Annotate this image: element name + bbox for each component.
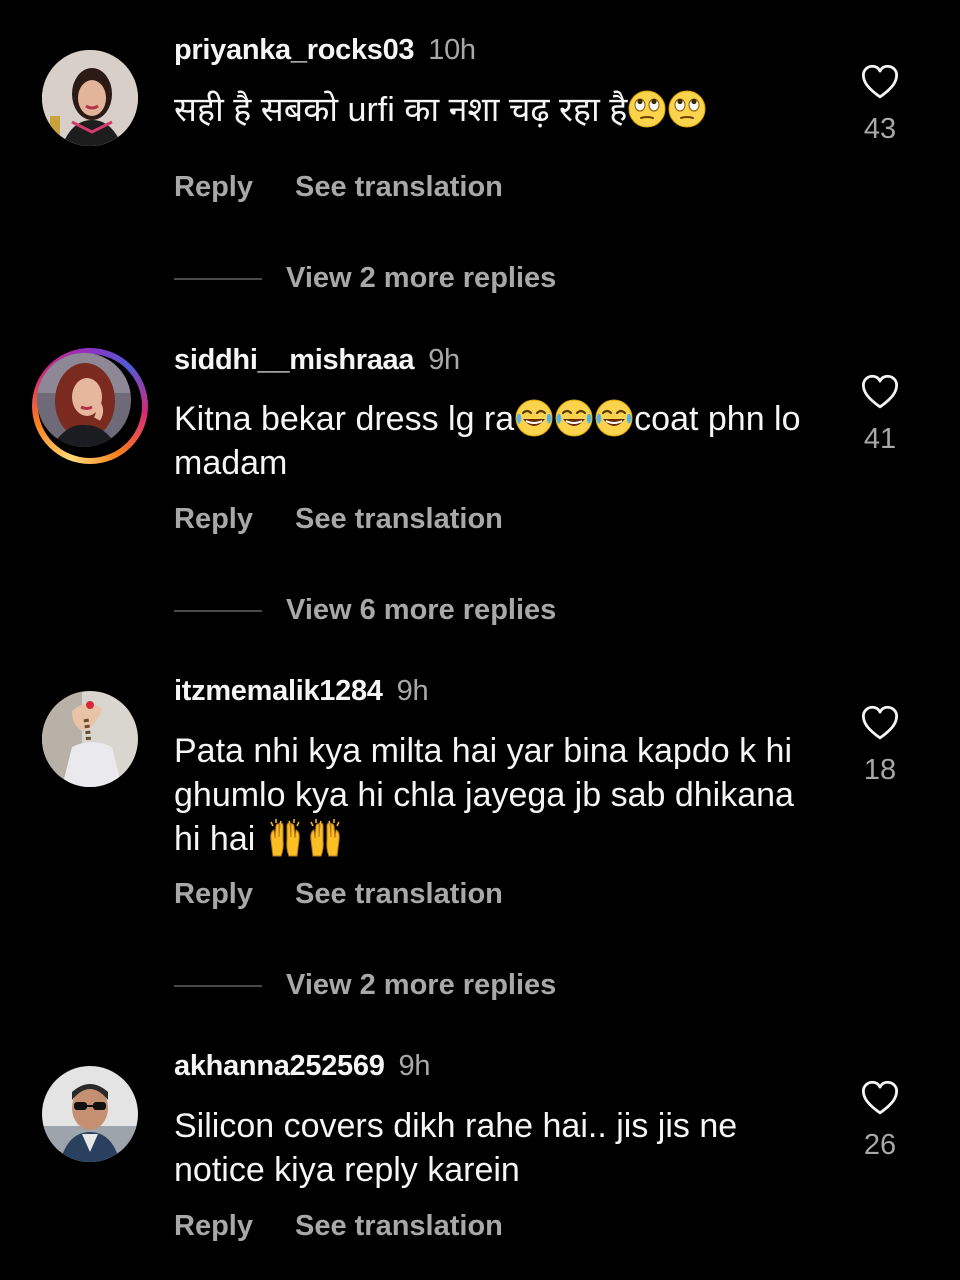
divider-line: [174, 985, 262, 988]
view-more-replies-button[interactable]: View 6 more replies: [174, 594, 556, 627]
view-more-replies-label: View 6 more replies: [286, 594, 557, 626]
like-control: 41: [850, 371, 910, 456]
username[interactable]: itzmemalik1284: [174, 675, 383, 707]
like-count: 43: [863, 113, 897, 145]
face-with-rolling-eyes-emoji-icon: [627, 89, 667, 129]
raising-hands-emoji-icon: [305, 818, 345, 858]
like-count: 41: [863, 423, 897, 455]
comment-text: सही है सबको urfi का नशा चढ़ रहा है: [174, 88, 804, 132]
view-more-replies-label: View 2 more replies: [286, 969, 557, 1001]
face-with-rolling-eyes-emoji-icon: [667, 89, 707, 129]
comment-text: Pata nhi kya milta hai yar bina kapdo k …: [174, 732, 794, 858]
view-more-replies-label: View 2 more replies: [286, 262, 557, 294]
face-with-tears-of-joy-emoji-icon: [594, 398, 634, 438]
timestamp: 9h: [398, 1050, 431, 1082]
view-more-replies-button[interactable]: View 2 more replies: [174, 262, 556, 295]
heart-outline-icon[interactable]: [850, 61, 910, 103]
heart-outline-icon[interactable]: [850, 702, 910, 744]
divider-line: [174, 610, 262, 613]
avatar[interactable]: [42, 691, 138, 787]
comment-text: Silicon covers dikh rahe hai.. jis jis n…: [174, 1107, 738, 1189]
like-control: 18: [850, 702, 910, 787]
reply-button[interactable]: Reply: [174, 878, 253, 911]
like-count: 18: [863, 754, 897, 786]
comment-text: Kitna bekar dress lg ra coat phn lo madam: [174, 398, 801, 482]
reply-button[interactable]: Reply: [174, 1210, 253, 1243]
username[interactable]: siddhi__mishraaa: [174, 344, 415, 376]
timestamp: 10h: [428, 34, 476, 66]
like-control: 26: [850, 1077, 910, 1162]
see-translation-button[interactable]: See translation: [295, 171, 503, 204]
username[interactable]: akhanna252569: [174, 1050, 385, 1082]
username[interactable]: priyanka_rocks03: [174, 34, 415, 66]
like-control: 43: [850, 61, 910, 146]
heart-outline-icon[interactable]: [850, 1077, 910, 1119]
avatar[interactable]: [42, 1066, 138, 1162]
timestamp: 9h: [396, 675, 429, 707]
reply-button[interactable]: Reply: [174, 503, 253, 536]
avatar[interactable]: [42, 50, 138, 146]
avatar-story-ring[interactable]: [32, 348, 148, 464]
raising-hands-emoji-icon: [265, 818, 305, 858]
like-count: 26: [863, 1129, 897, 1161]
see-translation-button[interactable]: See translation: [295, 503, 503, 536]
reply-button[interactable]: Reply: [174, 171, 253, 204]
see-translation-button[interactable]: See translation: [295, 878, 503, 911]
see-translation-button[interactable]: See translation: [295, 1210, 503, 1243]
face-with-tears-of-joy-emoji-icon: [554, 398, 594, 438]
view-more-replies-button[interactable]: View 2 more replies: [174, 969, 556, 1002]
heart-outline-icon[interactable]: [850, 371, 910, 413]
divider-line: [174, 278, 262, 281]
face-with-tears-of-joy-emoji-icon: [514, 398, 554, 438]
timestamp: 9h: [428, 344, 460, 376]
